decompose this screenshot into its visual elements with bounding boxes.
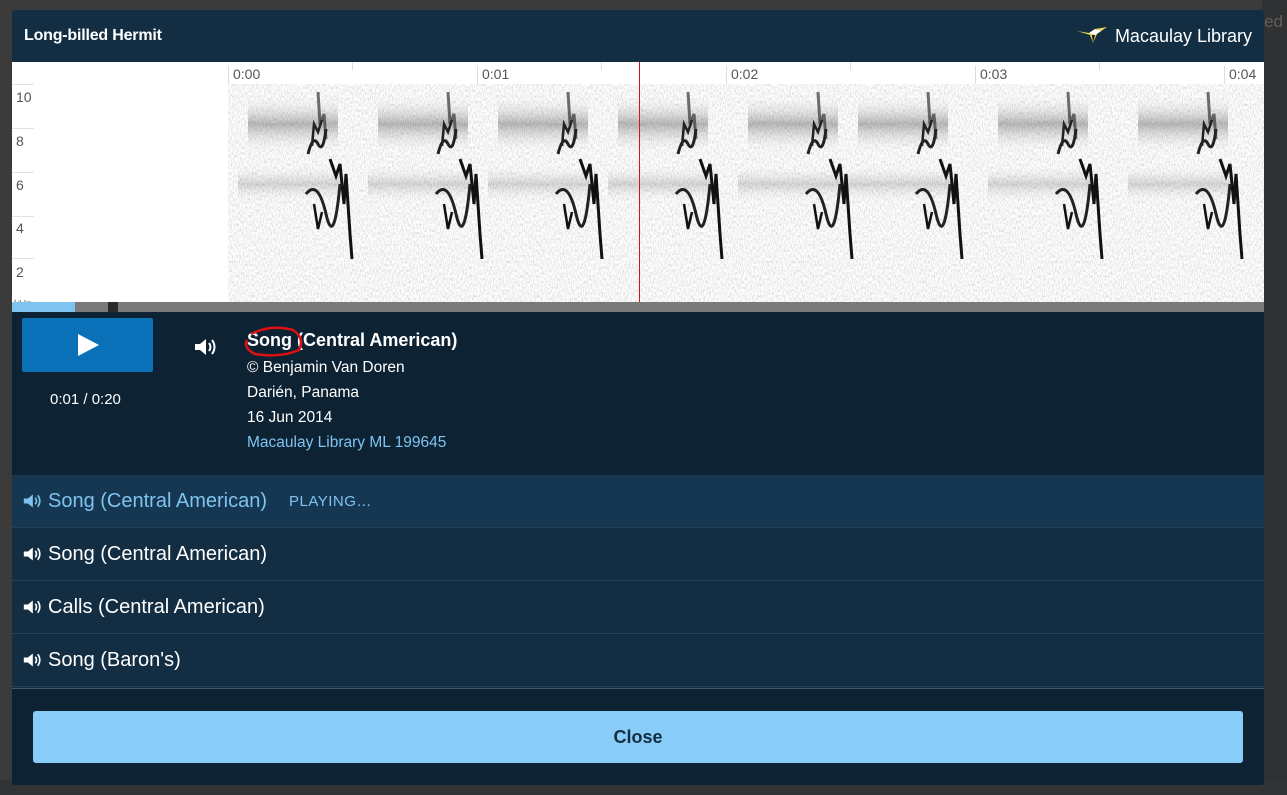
y-gridline bbox=[12, 84, 34, 85]
track-list: Song (Central American) PLAYING… Song (C… bbox=[12, 475, 1264, 687]
progress-fill bbox=[12, 302, 75, 312]
player-panel: 0:01 / 0:20 Song (Central American) © Be… bbox=[12, 312, 1264, 475]
catalog-link[interactable]: Macaulay Library ML 199645 bbox=[247, 434, 446, 451]
recording-metadata: Song (Central American) © Benjamin Van D… bbox=[244, 326, 457, 452]
close-button[interactable]: Close bbox=[33, 711, 1243, 763]
y-tick-label: 10 bbox=[16, 89, 32, 105]
y-gridline bbox=[12, 216, 34, 217]
time-tick-label: 0:03 bbox=[975, 66, 1007, 84]
playhead[interactable] bbox=[639, 62, 640, 302]
y-tick-label: 2 bbox=[16, 264, 24, 280]
track-label: Song (Baron's) bbox=[48, 648, 181, 671]
time-tick-label: 0:01 bbox=[477, 66, 509, 84]
brand-text: Macaulay Library bbox=[1114, 25, 1252, 46]
speaker-icon bbox=[23, 600, 41, 614]
recording-location: Darién, Panama bbox=[247, 384, 360, 401]
background-edge-text: ed bbox=[1264, 12, 1283, 31]
time-readout: 0:01 / 0:20 bbox=[50, 391, 121, 408]
modal-footer: Close bbox=[12, 688, 1264, 785]
spectrogram-image bbox=[228, 84, 1264, 302]
recording-title-wrap: Song (Central American) bbox=[244, 326, 457, 357]
time-minor-tick bbox=[601, 62, 602, 70]
y-tick-label: 4 bbox=[16, 220, 24, 236]
modal-header: Long-billed Hermit Macaulay Library bbox=[12, 10, 1264, 62]
y-tick-label: 6 bbox=[16, 177, 24, 193]
playing-status: PLAYING… bbox=[288, 492, 372, 510]
frequency-axis: 10 8 6 4 2 kHz bbox=[12, 84, 36, 312]
y-gridline bbox=[12, 258, 34, 259]
time-minor-tick bbox=[352, 62, 353, 70]
red-circle-annotation bbox=[244, 326, 303, 357]
spectrogram[interactable]: 10 8 6 4 2 kHz 0:00 0:01 0:02 0:03 0:04 bbox=[12, 62, 1264, 312]
y-gridline bbox=[12, 172, 34, 173]
track-label: Song (Central American) bbox=[48, 489, 267, 512]
progress-bar[interactable] bbox=[12, 302, 1264, 312]
time-axis: 0:00 0:01 0:02 0:03 0:04 bbox=[228, 62, 1264, 84]
time-minor-tick bbox=[850, 62, 851, 70]
recording-author: © Benjamin Van Doren bbox=[247, 359, 405, 376]
recording-date: 16 Jun 2014 bbox=[247, 409, 333, 426]
modal-title: Long-billed Hermit bbox=[24, 27, 162, 44]
time-tick-label: 0:00 bbox=[228, 66, 260, 84]
track-item[interactable]: Song (Baron's) bbox=[12, 634, 1264, 687]
speaker-icon bbox=[23, 653, 41, 667]
track-item[interactable]: Song (Central American) bbox=[12, 528, 1264, 581]
track-label: Song (Central American) bbox=[48, 542, 267, 565]
y-tick-label: 8 bbox=[16, 133, 24, 149]
play-button[interactable] bbox=[22, 318, 153, 372]
track-item[interactable]: Song (Central American) PLAYING… bbox=[12, 475, 1264, 528]
time-tick-label: 0:04 bbox=[1224, 66, 1256, 84]
macaulay-library-logo: Macaulay Library bbox=[1075, 25, 1252, 47]
track-label: Calls (Central American) bbox=[48, 595, 265, 618]
audio-modal: Long-billed Hermit Macaulay Library 10 8… bbox=[12, 10, 1264, 785]
speaker-icon bbox=[23, 494, 41, 508]
track-item[interactable]: Calls (Central American) bbox=[12, 581, 1264, 634]
speaker-icon bbox=[23, 547, 41, 561]
bird-logo-icon bbox=[1076, 27, 1107, 43]
time-minor-tick bbox=[1099, 62, 1100, 70]
time-tick-label: 0:02 bbox=[726, 66, 758, 84]
progress-marker bbox=[108, 302, 118, 312]
y-gridline bbox=[12, 128, 34, 129]
background-edge: ed bbox=[1262, 0, 1287, 795]
volume-icon[interactable] bbox=[193, 336, 217, 358]
play-icon bbox=[77, 334, 99, 356]
